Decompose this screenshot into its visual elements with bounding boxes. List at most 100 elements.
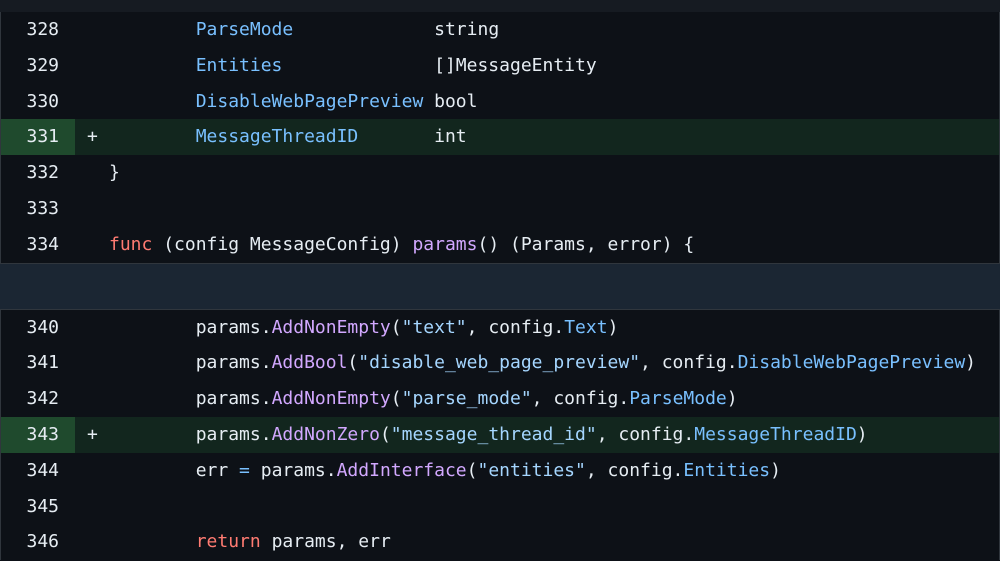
diff-marker [75, 524, 109, 560]
code-token: params [412, 233, 478, 255]
code-line: ParseMode string [109, 12, 999, 48]
code-line: func (config MessageConfig) params() (Pa… [109, 227, 999, 263]
code-token: = [239, 459, 250, 481]
code-token: ( [379, 423, 391, 445]
code-token: MessageThreadID [195, 126, 359, 148]
code-token: AddInterface [336, 459, 467, 481]
diff-marker [75, 310, 109, 346]
code-token: DisableWebPagePreview [195, 90, 424, 112]
line-number[interactable]: 343 [1, 416, 75, 453]
line-number[interactable]: 331 [1, 119, 75, 156]
code-token: params. [109, 423, 272, 445]
code-token: ( [390, 388, 402, 410]
diff-marker [75, 453, 109, 489]
diff-line: 345 [1, 489, 999, 525]
diff-line-added: 331 + MessageThreadID int [1, 119, 999, 156]
diff-marker [75, 48, 109, 84]
code-token: } [109, 162, 120, 184]
code-token: AddNonEmpty [271, 388, 391, 410]
line-number[interactable]: 332 [1, 155, 75, 191]
code-line: } [109, 155, 999, 191]
code-token: int [358, 126, 467, 148]
code-token: ) [770, 459, 781, 481]
code-token: (config MessageConfig) [152, 233, 413, 255]
line-number[interactable]: 346 [1, 524, 75, 560]
code-token: ( [466, 459, 478, 481]
code-line: params.AddNonEmpty("text", config.Text) [109, 310, 999, 346]
code-token: ParseMode [629, 388, 727, 410]
diff-line: 334 func (config MessageConfig) params() … [1, 227, 999, 263]
diff-hunk-2: 340 params.AddNonEmpty("text", config.Te… [0, 309, 1000, 561]
code-token: AddBool [271, 352, 348, 374]
code-token: Entities [195, 54, 283, 76]
code-token: params. [109, 352, 272, 374]
diff-line: 328 ParseMode string [1, 12, 999, 48]
code-token: , config. [531, 388, 630, 410]
diff-marker [75, 191, 109, 227]
diff-line: 346 return params, err [1, 524, 999, 560]
code-token: func [109, 233, 153, 255]
code-token: params. [249, 459, 337, 481]
diff-marker [75, 381, 109, 417]
code-token: AddNonEmpty [271, 316, 391, 338]
diff-marker [75, 345, 109, 381]
line-number[interactable]: 344 [1, 453, 75, 489]
diff-line: 330 DisableWebPagePreview bool [1, 84, 999, 120]
code-line: MessageThreadID int [109, 119, 999, 155]
code-token: "message_thread_id" [390, 423, 597, 445]
code-token: AddNonZero [271, 423, 380, 445]
code-token: , config. [466, 316, 565, 338]
diff-marker: + [87, 423, 98, 445]
diff-line: 342 params.AddNonEmpty("parse_mode", con… [1, 381, 999, 417]
code-line: params.AddNonEmpty("parse_mode", config.… [109, 381, 999, 417]
diff-marker [75, 489, 109, 525]
expand-hidden-lines-gap[interactable] [0, 262, 1000, 310]
diff-line: 340 params.AddNonEmpty("text", config.Te… [1, 310, 999, 346]
code-token: params. [109, 388, 272, 410]
code-line: params.AddNonZero("message_thread_id", c… [109, 417, 999, 453]
line-number[interactable]: 334 [1, 227, 75, 263]
code-token: "entities" [477, 459, 586, 481]
line-number[interactable]: 333 [1, 191, 75, 227]
diff-line: 329 Entities []MessageEntity [1, 48, 999, 84]
code-token: "text" [401, 316, 467, 338]
line-number[interactable]: 330 [1, 84, 75, 120]
code-token: ) [726, 388, 738, 410]
line-number[interactable]: 329 [1, 48, 75, 84]
diff-hunk-1: 328 ParseMode string 329 Entities []Messa… [0, 12, 1000, 263]
code-token: return [195, 531, 261, 553]
code-token: , config. [640, 352, 738, 374]
code-token: Text [564, 316, 608, 338]
code-token: params. [109, 316, 272, 338]
line-number[interactable]: 341 [1, 345, 75, 381]
diff-marker [75, 84, 109, 120]
code-token: , config. [585, 459, 684, 481]
line-number[interactable]: 345 [1, 489, 75, 525]
diff-line: 332} [1, 155, 999, 191]
code-token: string [293, 19, 500, 40]
code-token: ) [965, 352, 976, 374]
diff-marker [75, 12, 109, 48]
diff-line: 333 [1, 191, 999, 227]
code-token: , config. [596, 423, 695, 445]
code-token: MessageThreadID [694, 423, 857, 445]
code-line: Entities []MessageEntity [109, 48, 999, 84]
code-token: "disable_web_page_preview" [358, 352, 641, 374]
code-token: Entities [683, 459, 771, 481]
diff-marker [75, 155, 109, 191]
diff-line-added: 343 + params.AddNonZero("message_thread_i… [1, 416, 999, 453]
code-line: params.AddBool("disable_web_page_preview… [109, 345, 999, 381]
code-token: ParseMode [195, 19, 294, 40]
line-number[interactable]: 340 [1, 310, 75, 346]
code-token: bool [423, 90, 478, 112]
line-number[interactable]: 328 [1, 12, 75, 48]
diff-line: 344 err = params.AddInterface("entities"… [1, 453, 999, 489]
line-number[interactable]: 342 [1, 381, 75, 417]
code-token: []MessageEntity [282, 54, 597, 76]
